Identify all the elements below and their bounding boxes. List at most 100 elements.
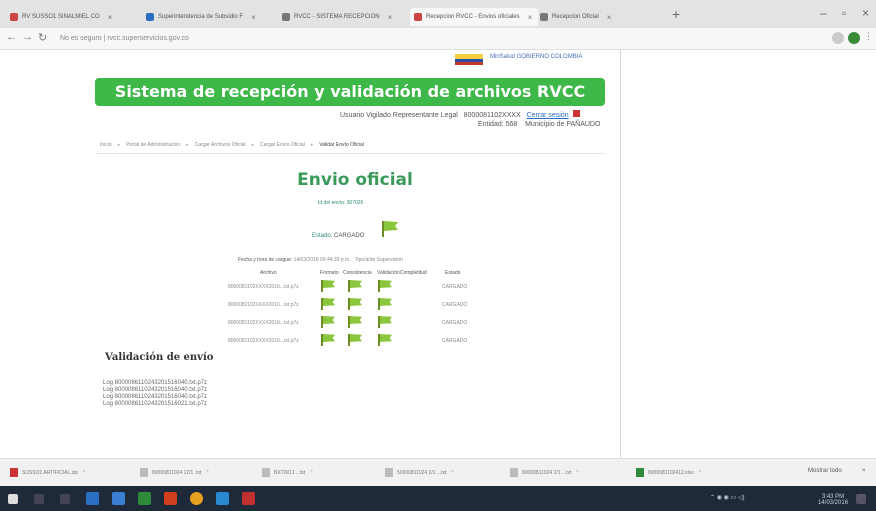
close-downloads-icon[interactable]: × (862, 468, 866, 474)
log-list: Log 8000086110243201516040.txt.p7z Log 8… (103, 380, 207, 408)
estado-line: Estado: CARGADO (312, 233, 365, 239)
breadcrumb-item-current: Validar Envío Oficial (319, 142, 364, 148)
breadcrumb-item[interactable]: Cargar Archivos Oficial (195, 142, 246, 148)
download-item[interactable]: 80000811024 12/1 .txt ⌃ (140, 468, 210, 477)
browser-tab-active[interactable]: Recepcion RVCC - Envios oficiales × (410, 8, 538, 26)
file-icon (510, 468, 518, 477)
logout-link[interactable]: Cerrar sesión (527, 112, 569, 119)
breadcrumb-item[interactable]: Cargar Envío Oficial (260, 142, 305, 148)
consistencia-flag-icon (348, 280, 362, 292)
fecha-cargue: Fecha y hora de cargue: 14/03/2016 09:44… (238, 257, 403, 263)
validacion-flag-icon (378, 316, 392, 328)
excel-icon[interactable] (138, 492, 151, 505)
file-icon (385, 468, 393, 477)
colombia-flag-icon (455, 54, 483, 65)
url-input[interactable]: No es seguro | rvcc.superservicios.gov.c… (60, 32, 580, 46)
browser-tab[interactable]: RVCC - SISTEMA RECEPCION × (282, 8, 410, 26)
address-bar: ← → ↻ No es seguro | rvcc.superservicios… (0, 28, 876, 50)
new-tab-button[interactable]: + (672, 6, 680, 22)
validacion-flag-icon (378, 298, 392, 310)
logout-icon[interactable] (572, 110, 580, 117)
log-link[interactable]: Log 8000086110243201516021.txt.p7z (103, 401, 207, 408)
reload-icon[interactable]: ↻ (38, 31, 47, 44)
close-tab-icon[interactable]: × (607, 13, 612, 22)
show-all-downloads-button[interactable]: Mostrar todo (808, 468, 842, 474)
windows-taskbar: ⌃ ◉ ◉ ▭ ◁) 3:43 PM 14/03/2016 (0, 486, 876, 511)
breadcrumb: Inicio ▸ Portal de Administración ▸ Cargar… (100, 142, 364, 148)
download-item[interactable]: 80000811024 2/1 ...txt ⌃ (510, 468, 580, 477)
browser-tab-strip: RV SUSSO1 SINALMIEL CO × Superintendencia… (0, 0, 876, 28)
consistencia-flag-icon (348, 316, 362, 328)
tab-favicon-icon (540, 13, 548, 21)
formato-flag-icon (321, 334, 335, 346)
table-row: 8000081102XXXX2016...txt.p7z CARGADO (228, 280, 480, 294)
search-icon[interactable] (34, 494, 44, 504)
validacion-flag-icon (378, 280, 392, 292)
close-tab-icon[interactable]: × (528, 13, 533, 22)
formato-flag-icon (321, 316, 335, 328)
task-view-icon[interactable] (60, 494, 70, 504)
app-icon[interactable] (242, 492, 255, 505)
status-flag-icon (382, 221, 398, 237)
menu-kebab-icon[interactable]: ⋮ (864, 31, 873, 42)
browser-tab[interactable]: Recepcion Oficial × (540, 8, 660, 26)
download-item[interactable]: SUSSO1 ARTIFICIAL.zip ⌃ (10, 468, 86, 477)
store-icon[interactable] (112, 492, 125, 505)
log-link[interactable]: Log 8000086110243201516040.txt.p7z (103, 380, 207, 387)
powerpoint-icon[interactable] (164, 492, 177, 505)
column-header: Completitud (400, 270, 427, 276)
notifications-icon[interactable] (856, 494, 866, 504)
download-item[interactable]: 8000081102412.xlsx ⌃ (636, 468, 702, 477)
tab-favicon-icon (414, 13, 422, 21)
minimize-button[interactable]: – (820, 6, 827, 20)
close-tab-icon[interactable]: × (108, 13, 113, 22)
close-tab-icon[interactable]: × (251, 13, 256, 22)
chrome-icon[interactable] (190, 492, 203, 505)
breadcrumb-item[interactable]: Portal de Administración (126, 142, 180, 148)
browser-tab[interactable]: Superintendencia de Subsidio F × (146, 8, 274, 26)
divider (95, 153, 605, 154)
profile-avatar[interactable] (848, 32, 860, 44)
log-link[interactable]: Log 8000086110243201516040.txt.p7z (103, 394, 207, 401)
row-status: CARGADO (442, 338, 468, 344)
tab-favicon-icon (10, 13, 18, 21)
maximize-button[interactable]: ▫ (842, 6, 846, 20)
table-row: 8000081102XXXX2016...txt.p7z CARGADO (228, 334, 480, 348)
row-status: CARGADO (442, 320, 468, 326)
star-icon[interactable] (832, 32, 844, 44)
envio-id: Id del envío: 307026 (318, 200, 364, 206)
file-link[interactable]: 8000081102XXXX2016...txt.p7z (228, 320, 299, 326)
column-header: Validación (377, 270, 400, 276)
column-header: Formato (320, 270, 339, 276)
system-tray[interactable]: ⌃ ◉ ◉ ▭ ◁) (710, 494, 744, 501)
tab-favicon-icon (282, 13, 290, 21)
download-item[interactable]: BXT0011 ...txt ⌃ (262, 468, 314, 477)
validacion-flag-icon (378, 334, 392, 346)
download-item[interactable]: 50000811024 2/1 ...txt ⌃ (385, 468, 455, 477)
downloads-bar: SUSSO1 ARTIFICIAL.zip ⌃ 80000811024 12/1 … (0, 458, 876, 486)
excel-file-icon (636, 468, 644, 477)
table-row: 8000081102XXXX2016...txt.p7z CARGADO (228, 298, 480, 312)
table-header: Archivo Formato Consistencia Validación … (240, 270, 480, 278)
windows-start-icon[interactable] (8, 494, 18, 504)
system-banner: Sistema de recepción y validación de arc… (95, 78, 605, 106)
browser-tab[interactable]: RV SUSSO1 SINALMIEL CO × (10, 8, 138, 26)
file-link[interactable]: 8000081102XXXX2016...txt.p7z (228, 302, 299, 308)
estado-value: CARGADO (334, 233, 365, 239)
back-arrow-icon[interactable]: ← (6, 31, 17, 43)
close-tab-icon[interactable]: × (388, 13, 393, 22)
file-explorer-icon[interactable] (86, 492, 99, 505)
clock[interactable]: 3:43 PM 14/03/2016 (818, 494, 848, 506)
file-link[interactable]: 8000081102XXXX2016...txt.p7z (228, 338, 299, 344)
log-link[interactable]: Log 8000086110243201516040.txt.p7z (103, 387, 207, 394)
consistencia-flag-icon (348, 334, 362, 346)
entity-info: Entidad: 568 Municipio de PAÑAUDO (478, 121, 601, 128)
close-window-button[interactable]: × (862, 6, 869, 20)
file-icon (10, 468, 18, 477)
breadcrumb-item[interactable]: Inicio (100, 142, 112, 148)
column-header: Archivo (260, 270, 277, 276)
forward-arrow-icon[interactable]: → (22, 31, 33, 43)
column-header: Estado (445, 270, 461, 276)
file-link[interactable]: 8000081102XXXX2016...txt.p7z (228, 284, 299, 290)
edge-icon[interactable] (216, 492, 229, 505)
